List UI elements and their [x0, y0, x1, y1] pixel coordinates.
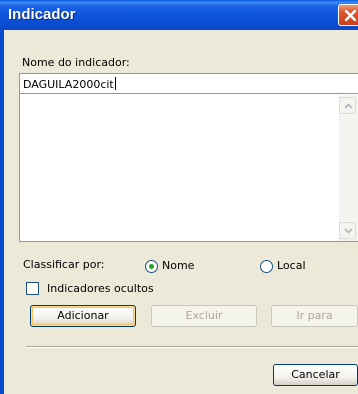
- dialog-title: Indicador: [8, 6, 76, 23]
- cancel-button[interactable]: Cancelar: [273, 364, 358, 386]
- delete-button[interactable]: Excluir: [151, 305, 257, 327]
- scroll-up-button[interactable]: [339, 97, 356, 114]
- sort-by-location-radio[interactable]: [260, 260, 273, 273]
- sort-by-location-label[interactable]: Local: [277, 259, 306, 272]
- sort-by-name-radio[interactable]: [145, 260, 158, 273]
- sort-by-name-label[interactable]: Nome: [162, 259, 194, 272]
- goto-button[interactable]: Ir para: [271, 305, 358, 327]
- hidden-bookmarks-checkbox[interactable]: [26, 282, 39, 295]
- radio-selected-dot: [149, 264, 154, 269]
- close-button[interactable]: [338, 4, 358, 26]
- title-bar[interactable]: Indicador: [0, 0, 358, 30]
- window-frame: [0, 30, 4, 394]
- add-button[interactable]: Adicionar: [30, 305, 136, 327]
- bookmark-name-input[interactable]: DAGUILA2000cit: [19, 73, 358, 94]
- close-icon: [344, 9, 357, 22]
- sort-by-label: Classificar por:: [23, 258, 105, 271]
- footer-separator: [26, 346, 358, 348]
- scroll-down-button[interactable]: [339, 222, 356, 239]
- bookmark-dialog: Indicador Nome do indicador: DAGUILA2000…: [0, 0, 358, 394]
- chevron-up-icon: [344, 103, 353, 109]
- chevron-down-icon: [344, 228, 353, 234]
- hidden-bookmarks-label[interactable]: Indicadores ocultos: [47, 282, 154, 295]
- bookmark-list[interactable]: [19, 94, 358, 242]
- bookmark-list-scrollbar[interactable]: [339, 95, 358, 241]
- bookmark-name-label: Nome do indicador:: [22, 56, 130, 69]
- text-caret: [114, 77, 116, 90]
